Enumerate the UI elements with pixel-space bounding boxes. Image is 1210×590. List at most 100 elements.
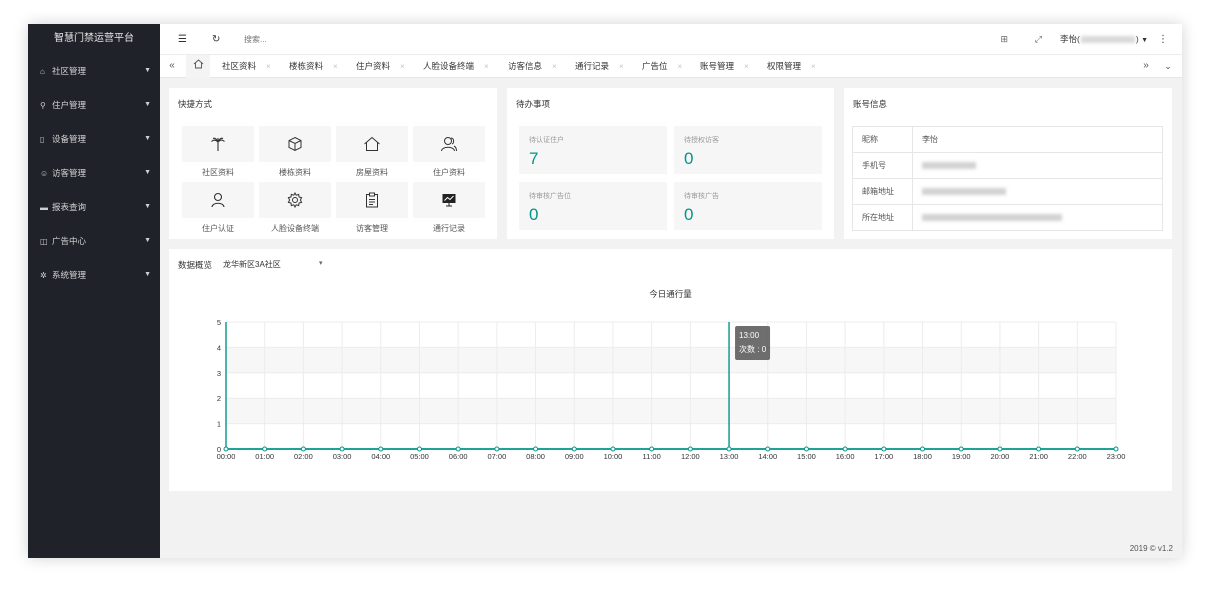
gear-icon xyxy=(287,192,303,208)
fullscreen-icon[interactable]: ⤢ xyxy=(1035,24,1042,55)
close-icon[interactable]: × xyxy=(552,62,557,71)
close-icon[interactable]: × xyxy=(744,62,749,71)
sidebar-item-residents[interactable]: ⚲ 住户管理 ▼ xyxy=(28,88,160,122)
shortcut-visitor-mgmt[interactable]: 访客管理 xyxy=(336,182,408,236)
data-point xyxy=(765,446,771,452)
shortcut-label: 人脸设备终端 xyxy=(271,224,319,233)
tab-label: 住户资料 xyxy=(356,61,391,71)
tabs-scroll-right-icon[interactable]: » xyxy=(1136,55,1156,78)
tab-bar: « 社区资料 × 楼栋资料 × 住户资料 × 人脸设备终端 × 访客信息 × 通行记录 × … xyxy=(160,55,1182,78)
traffic-line-chart[interactable]: 01234500:00 01:00 02:00 03:00 04:00 05:00 06:0… xyxy=(169,249,1172,491)
home-icon: ⌂ xyxy=(40,67,45,76)
data-point xyxy=(1113,446,1119,452)
shortcut-label: 住户资料 xyxy=(433,168,465,177)
account-key: 所在地址 xyxy=(852,204,913,231)
tab-access-records[interactable]: 通行记录 × xyxy=(575,55,624,78)
refresh-icon[interactable]: ↻ xyxy=(212,24,220,55)
search-input[interactable] xyxy=(244,32,364,47)
caret-down-icon: ▼ xyxy=(144,101,151,108)
data-point xyxy=(455,446,461,452)
shortcut-resident-info[interactable]: 住户资料 xyxy=(413,126,485,180)
tab-visitor-info[interactable]: 访客信息 × xyxy=(508,55,557,78)
tab-ad-slots[interactable]: 广告位 × xyxy=(642,55,682,78)
close-icon[interactable]: × xyxy=(400,62,405,71)
todo-label: 待审核广告 xyxy=(684,193,719,200)
shortcut-face-terminal[interactable]: 人脸设备终端 xyxy=(259,182,331,236)
shortcut-building-info[interactable]: 楼栋资料 xyxy=(259,126,331,180)
user-menu[interactable]: 李怡() ▼ xyxy=(1060,24,1148,56)
users-icon xyxy=(441,137,457,152)
more-vertical-icon[interactable]: ⋮ xyxy=(1158,24,1168,55)
data-point xyxy=(958,446,964,452)
account-value: 李怡 xyxy=(912,126,1163,153)
shortcut-house-info[interactable]: 房屋资料 xyxy=(336,126,408,180)
shortcut-resident-auth[interactable]: 住户认证 xyxy=(182,182,254,236)
cube-icon xyxy=(288,136,302,152)
tab-label: 权限管理 xyxy=(767,61,802,71)
todo-pending-ad[interactable]: 待审核广告 0 xyxy=(674,182,822,230)
x-tick-label: 05:00 xyxy=(410,452,429,461)
tab-community-info[interactable]: 社区资料 × xyxy=(222,55,271,78)
sidebar-item-reports[interactable]: ▬ 报表查询 ▼ xyxy=(28,190,160,224)
tab-face-terminal[interactable]: 人脸设备终端 × xyxy=(423,55,489,78)
data-point xyxy=(339,446,345,452)
close-icon[interactable]: × xyxy=(619,62,624,71)
x-tick-label: 07:00 xyxy=(487,452,506,461)
sidebar-item-label: 广告中心 xyxy=(52,236,87,246)
ad-icon: ◫ xyxy=(40,237,48,246)
shortcut-community-info[interactable]: 社区资料 xyxy=(182,126,254,180)
close-icon[interactable]: × xyxy=(678,62,683,71)
close-icon[interactable]: × xyxy=(333,62,338,71)
menu-toggle-icon[interactable]: ☰ xyxy=(178,24,187,55)
tab-home[interactable] xyxy=(186,55,210,78)
caret-down-icon: ▼ xyxy=(144,237,151,244)
data-point xyxy=(262,446,268,452)
tabs-scroll-left-icon[interactable]: « xyxy=(162,55,182,78)
tab-permission-mgmt[interactable]: 权限管理 × xyxy=(767,55,816,78)
close-icon[interactable]: × xyxy=(266,62,271,71)
table-row: 昵称 李怡 xyxy=(852,126,1163,153)
tabs-dropdown-icon[interactable]: ⌄ xyxy=(1158,55,1178,78)
app-logo: 智慧门禁运营平台 xyxy=(54,33,134,44)
sidebar-item-visitors[interactable]: ☺ 访客管理 ▼ xyxy=(28,156,160,190)
account-key: 昵称 xyxy=(852,126,913,153)
data-point xyxy=(571,446,577,452)
close-icon[interactable]: × xyxy=(811,62,816,71)
data-point xyxy=(300,446,306,452)
tab-label: 通行记录 xyxy=(575,61,610,71)
card-title: 账号信息 xyxy=(853,99,888,109)
top-header: ☰ ↻ ⊞ ⤢ 李怡() ▼ ⋮ xyxy=(160,24,1182,55)
caret-down-icon: ▼ xyxy=(1141,37,1148,44)
sidebar-item-devices[interactable]: ▯ 设备管理 ▼ xyxy=(28,122,160,156)
tab-building-info[interactable]: 楼栋资料 × xyxy=(289,55,338,78)
x-tick-label: 22:00 xyxy=(1068,452,1087,461)
shortcut-access-records[interactable]: 通行记录 xyxy=(413,182,485,236)
x-tick-label: 13:00 xyxy=(720,452,739,461)
tab-resident-info[interactable]: 住户资料 × xyxy=(356,55,405,78)
data-point xyxy=(416,446,422,452)
data-point xyxy=(997,446,1003,452)
sidebar-item-label: 住户管理 xyxy=(52,100,87,110)
screen-icon[interactable]: ⊞ xyxy=(1000,24,1008,55)
todo-count: 0 xyxy=(529,205,539,224)
todo-pending-ad-slot[interactable]: 待审核广告位 0 xyxy=(519,182,667,230)
caret-down-icon: ▼ xyxy=(144,135,151,142)
caret-down-icon: ▼ xyxy=(144,169,151,176)
house-icon xyxy=(364,136,380,151)
sidebar-item-ads[interactable]: ◫ 广告中心 ▼ xyxy=(28,224,160,258)
sidebar-item-system[interactable]: ✲ 系统管理 ▼ xyxy=(28,258,160,292)
todo-count: 7 xyxy=(529,149,539,168)
close-icon[interactable]: × xyxy=(484,62,489,71)
tab-account-mgmt[interactable]: 账号管理 × xyxy=(700,55,749,78)
x-tick-label: 06:00 xyxy=(449,452,468,461)
todo-pending-visitor-auth[interactable]: 待授权访客 0 xyxy=(674,126,822,174)
sidebar-item-community[interactable]: ⌂ 社区管理 ▼ xyxy=(28,54,160,88)
todo-count: 0 xyxy=(684,149,694,168)
todo-label: 待认证住户 xyxy=(529,137,564,144)
user-icon: ⚲ xyxy=(40,101,46,110)
todo-pending-resident-auth[interactable]: 待认证住户 7 xyxy=(519,126,667,174)
y-tick-label: 2 xyxy=(217,394,221,403)
report-icon: ▬ xyxy=(40,203,48,212)
tab-label: 楼栋资料 xyxy=(289,61,324,71)
account-value-redacted xyxy=(912,152,1163,179)
